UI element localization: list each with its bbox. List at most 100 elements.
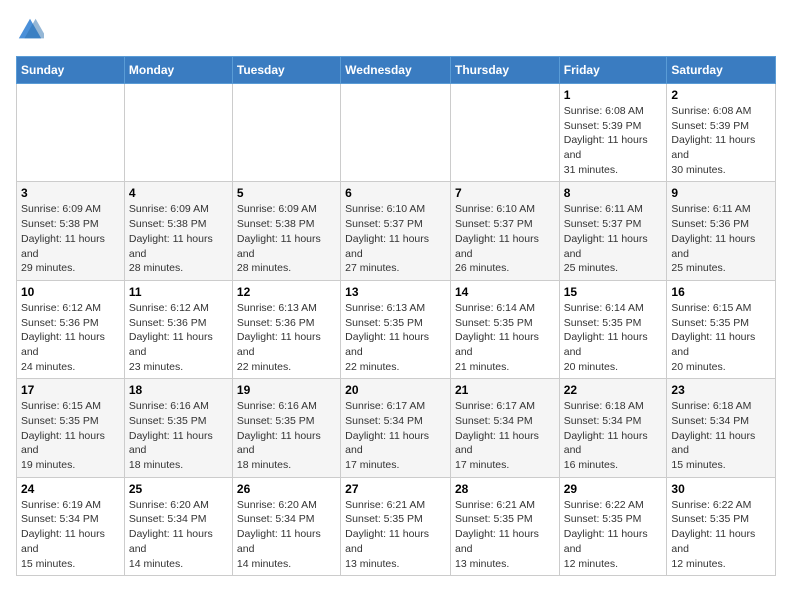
calendar-cell: 23 Sunrise: 6:18 AMSunset: 5:34 PMDayligh… [667, 379, 776, 477]
calendar-cell: 22Sunrise: 6:18 AMSunset: 5:34 PMDayligh… [559, 379, 667, 477]
calendar-cell: 25 Sunrise: 6:20 AMSunset: 5:34 PMDayligh… [124, 477, 232, 575]
day-number: 1 [564, 88, 663, 102]
day-number: 4 [129, 186, 228, 200]
day-info: Sunrise: 6:10 AMSunset: 5:37 PMDaylight:… [345, 202, 446, 275]
day-number: 17 [21, 383, 120, 397]
day-info: Sunrise: 6:17 AMSunset: 5:34 PMDaylight:… [345, 399, 446, 472]
day-info: Sunrise: 6:18 AMSunset: 5:34 PMDaylight:… [671, 399, 771, 472]
day-info: Sunrise: 6:20 AMSunset: 5:34 PMDaylight:… [237, 498, 336, 571]
day-number: 5 [237, 186, 336, 200]
day-info: Sunrise: 6:21 AMSunset: 5:35 PMDaylight:… [345, 498, 446, 571]
calendar-week-row: 17Sunrise: 6:15 AMSunset: 5:35 PMDayligh… [17, 379, 776, 477]
day-info: Sunrise: 6:11 AMSunset: 5:36 PMDaylight:… [671, 202, 771, 275]
calendar-cell: 12Sunrise: 6:13 AMSunset: 5:36 PMDayligh… [232, 280, 340, 378]
calendar-cell [450, 84, 559, 182]
calendar-cell: 19 Sunrise: 6:16 AMSunset: 5:35 PMDayligh… [232, 379, 340, 477]
calendar-table: SundayMondayTuesdayWednesdayThursdayFrid… [16, 56, 776, 576]
col-header-tuesday: Tuesday [232, 57, 340, 84]
day-number: 9 [671, 186, 771, 200]
calendar-cell [341, 84, 451, 182]
day-number: 25 [129, 482, 228, 496]
day-info: Sunrise: 6:09 AMSunset: 5:38 PMDaylight:… [129, 202, 228, 275]
day-number: 19 [237, 383, 336, 397]
calendar-cell: 29 Sunrise: 6:22 AMSunset: 5:35 PMDayligh… [559, 477, 667, 575]
calendar-cell: 10 Sunrise: 6:12 AMSunset: 5:36 PMDayligh… [17, 280, 125, 378]
calendar-cell [124, 84, 232, 182]
calendar-cell: 8 Sunrise: 6:11 AMSunset: 5:37 PMDaylight… [559, 182, 667, 280]
day-info: Sunrise: 6:22 AMSunset: 5:35 PMDaylight:… [671, 498, 771, 571]
day-info: Sunrise: 6:14 AMSunset: 5:35 PMDaylight:… [455, 301, 555, 374]
day-info: Sunrise: 6:08 AMSunset: 5:39 PMDaylight:… [564, 104, 663, 177]
calendar-week-row: 24 Sunrise: 6:19 AMSunset: 5:34 PMDayligh… [17, 477, 776, 575]
header [16, 16, 776, 44]
calendar-cell: 30Sunrise: 6:22 AMSunset: 5:35 PMDayligh… [667, 477, 776, 575]
calendar-cell: 5 Sunrise: 6:09 AMSunset: 5:38 PMDaylight… [232, 182, 340, 280]
day-number: 16 [671, 285, 771, 299]
col-header-monday: Monday [124, 57, 232, 84]
day-info: Sunrise: 6:13 AMSunset: 5:35 PMDaylight:… [345, 301, 446, 374]
day-info: Sunrise: 6:16 AMSunset: 5:35 PMDaylight:… [237, 399, 336, 472]
calendar-cell: 9 Sunrise: 6:11 AMSunset: 5:36 PMDaylight… [667, 182, 776, 280]
day-number: 7 [455, 186, 555, 200]
calendar-cell: 26 Sunrise: 6:20 AMSunset: 5:34 PMDayligh… [232, 477, 340, 575]
day-number: 21 [455, 383, 555, 397]
day-info: Sunrise: 6:09 AMSunset: 5:38 PMDaylight:… [21, 202, 120, 275]
day-info: Sunrise: 6:08 AMSunset: 5:39 PMDaylight:… [671, 104, 771, 177]
day-number: 27 [345, 482, 446, 496]
calendar-cell: 6 Sunrise: 6:10 AMSunset: 5:37 PMDaylight… [341, 182, 451, 280]
day-number: 24 [21, 482, 120, 496]
col-header-friday: Friday [559, 57, 667, 84]
calendar-cell: 21 Sunrise: 6:17 AMSunset: 5:34 PMDayligh… [450, 379, 559, 477]
day-info: Sunrise: 6:15 AMSunset: 5:35 PMDaylight:… [671, 301, 771, 374]
calendar-cell: 16 Sunrise: 6:15 AMSunset: 5:35 PMDayligh… [667, 280, 776, 378]
col-header-thursday: Thursday [450, 57, 559, 84]
day-info: Sunrise: 6:19 AMSunset: 5:34 PMDaylight:… [21, 498, 120, 571]
calendar-cell: 20Sunrise: 6:17 AMSunset: 5:34 PMDayligh… [341, 379, 451, 477]
day-number: 14 [455, 285, 555, 299]
day-info: Sunrise: 6:11 AMSunset: 5:37 PMDaylight:… [564, 202, 663, 275]
calendar-cell: 3 Sunrise: 6:09 AMSunset: 5:38 PMDaylight… [17, 182, 125, 280]
col-header-saturday: Saturday [667, 57, 776, 84]
calendar-cell: 18 Sunrise: 6:16 AMSunset: 5:35 PMDayligh… [124, 379, 232, 477]
logo [16, 16, 48, 44]
calendar-cell: 24 Sunrise: 6:19 AMSunset: 5:34 PMDayligh… [17, 477, 125, 575]
day-info: Sunrise: 6:17 AMSunset: 5:34 PMDaylight:… [455, 399, 555, 472]
col-header-sunday: Sunday [17, 57, 125, 84]
day-info: Sunrise: 6:12 AMSunset: 5:36 PMDaylight:… [129, 301, 228, 374]
day-number: 6 [345, 186, 446, 200]
day-number: 23 [671, 383, 771, 397]
day-number: 22 [564, 383, 663, 397]
day-number: 2 [671, 88, 771, 102]
day-number: 11 [129, 285, 228, 299]
calendar-cell [232, 84, 340, 182]
calendar-cell [17, 84, 125, 182]
calendar-week-row: 10 Sunrise: 6:12 AMSunset: 5:36 PMDayligh… [17, 280, 776, 378]
calendar-week-row: 1 Sunrise: 6:08 AMSunset: 5:39 PMDaylight… [17, 84, 776, 182]
logo-icon [16, 16, 44, 44]
calendar-cell: 15Sunrise: 6:14 AMSunset: 5:35 PMDayligh… [559, 280, 667, 378]
calendar-cell: 28 Sunrise: 6:21 AMSunset: 5:35 PMDayligh… [450, 477, 559, 575]
calendar-cell: 13 Sunrise: 6:13 AMSunset: 5:35 PMDayligh… [341, 280, 451, 378]
calendar-cell: 4 Sunrise: 6:09 AMSunset: 5:38 PMDaylight… [124, 182, 232, 280]
day-info: Sunrise: 6:16 AMSunset: 5:35 PMDaylight:… [129, 399, 228, 472]
day-info: Sunrise: 6:10 AMSunset: 5:37 PMDaylight:… [455, 202, 555, 275]
day-info: Sunrise: 6:14 AMSunset: 5:35 PMDaylight:… [564, 301, 663, 374]
day-number: 8 [564, 186, 663, 200]
day-info: Sunrise: 6:12 AMSunset: 5:36 PMDaylight:… [21, 301, 120, 374]
day-number: 26 [237, 482, 336, 496]
day-info: Sunrise: 6:09 AMSunset: 5:38 PMDaylight:… [237, 202, 336, 275]
day-info: Sunrise: 6:20 AMSunset: 5:34 PMDaylight:… [129, 498, 228, 571]
day-number: 29 [564, 482, 663, 496]
day-number: 3 [21, 186, 120, 200]
day-number: 13 [345, 285, 446, 299]
day-number: 28 [455, 482, 555, 496]
day-number: 10 [21, 285, 120, 299]
calendar-cell: 14 Sunrise: 6:14 AMSunset: 5:35 PMDayligh… [450, 280, 559, 378]
calendar-cell: 1 Sunrise: 6:08 AMSunset: 5:39 PMDaylight… [559, 84, 667, 182]
day-info: Sunrise: 6:22 AMSunset: 5:35 PMDaylight:… [564, 498, 663, 571]
calendar-week-row: 3 Sunrise: 6:09 AMSunset: 5:38 PMDaylight… [17, 182, 776, 280]
day-info: Sunrise: 6:21 AMSunset: 5:35 PMDaylight:… [455, 498, 555, 571]
calendar-cell: 27 Sunrise: 6:21 AMSunset: 5:35 PMDayligh… [341, 477, 451, 575]
col-header-wednesday: Wednesday [341, 57, 451, 84]
day-number: 18 [129, 383, 228, 397]
